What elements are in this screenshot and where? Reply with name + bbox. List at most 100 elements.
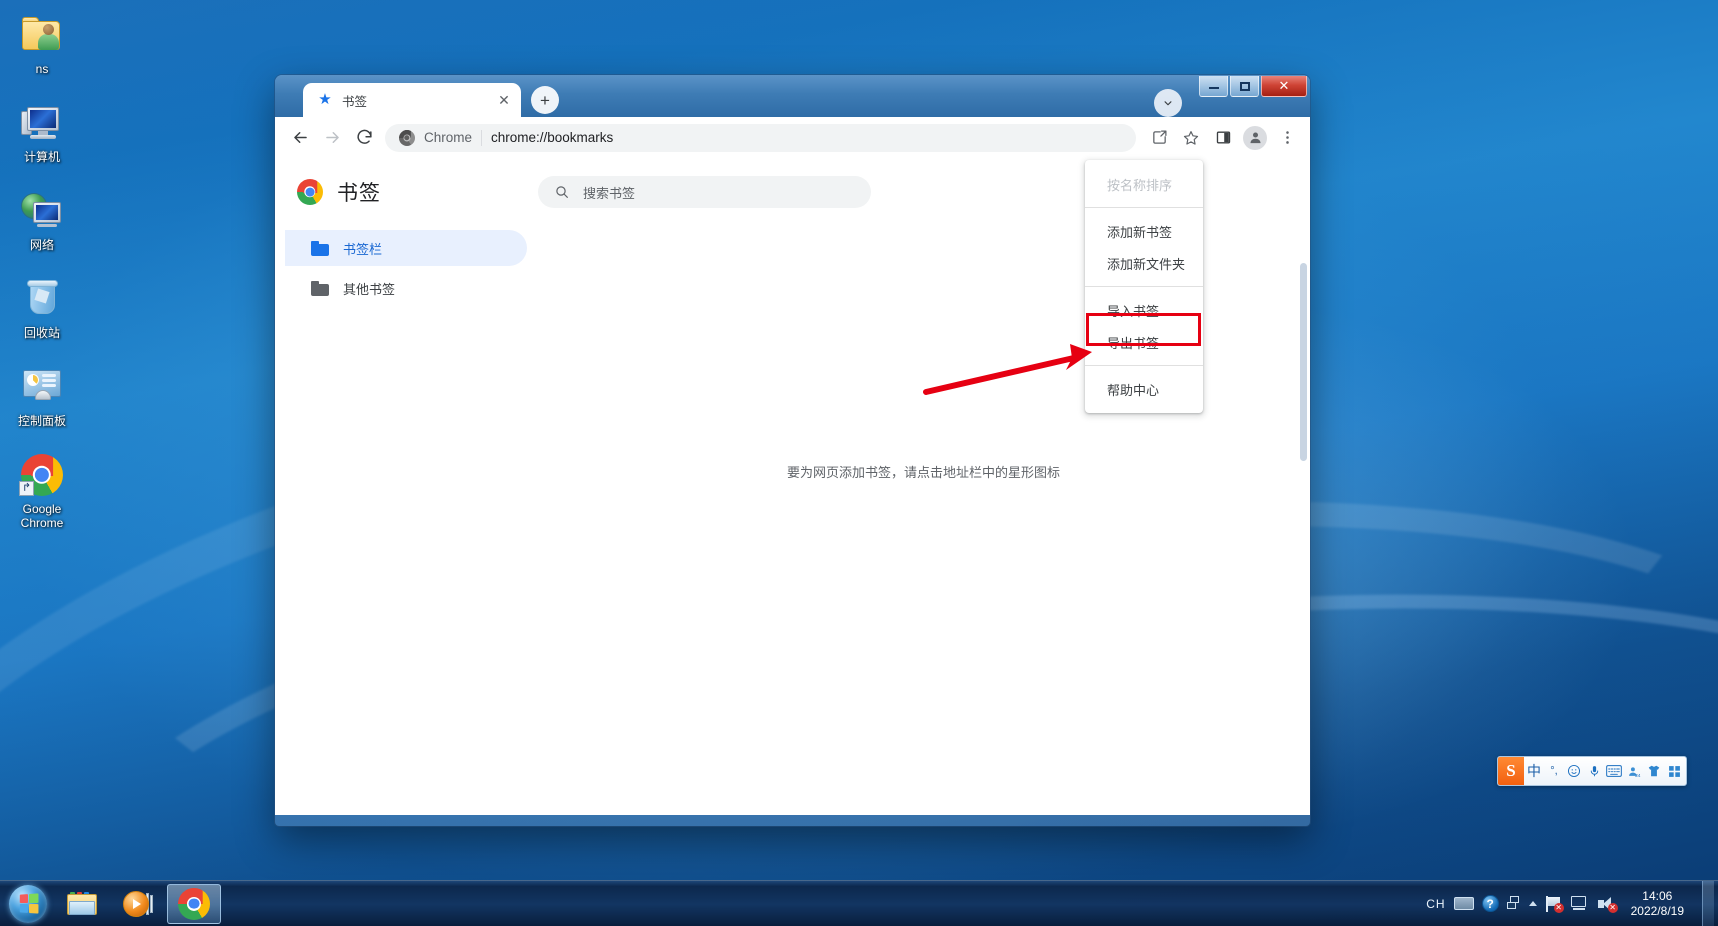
microphone-icon[interactable] [1584,757,1604,785]
menu-separator [1085,365,1203,366]
desktop-icon-network[interactable]: 网络 [0,182,84,256]
keyboard-icon[interactable] [1453,897,1474,910]
browser-tab-bookmarks[interactable]: ★ 书签 ✕ [303,83,521,117]
menu-separator [1085,207,1203,208]
shortcut-arrow-icon: ↱ [19,481,34,496]
chrome-icon [399,129,415,146]
menu-separator [1085,286,1203,287]
media-player-icon [123,890,153,918]
browser-menu-button[interactable] [1272,123,1302,153]
desktop-icon-label: ns [35,62,49,76]
show-desktop-button[interactable] [1702,880,1714,926]
page-title: 书签 [337,182,381,205]
desktop-icon-ns[interactable]: ns [0,6,84,80]
punctuation-icon[interactable]: °, [1544,757,1564,785]
sidebar-item-other-bookmarks[interactable]: 其他书签 [285,270,527,306]
empty-state-message: 要为网页添加书签，请点击地址栏中的星形图标 [786,465,1060,480]
forward-button[interactable] [317,123,347,153]
page-scrollbar[interactable] [1300,263,1307,461]
menu-item-sort-by-name[interactable]: 按名称排序 [1085,168,1203,200]
network-icon[interactable] [1570,895,1590,912]
menu-item-add-folder[interactable]: 添加新文件夹 [1085,247,1203,279]
computer-icon [19,100,65,146]
recycle-bin-icon [19,276,65,322]
side-panel-button[interactable] [1208,123,1238,153]
profile-button[interactable] [1240,123,1270,153]
taskbar-item-explorer[interactable] [55,884,109,924]
search-input[interactable]: 搜索书签 [538,176,871,208]
new-tab-button[interactable]: + [531,86,559,114]
menu-item-export-bookmarks[interactable]: 导出书签 [1085,326,1203,358]
desktop-icon-control-panel[interactable]: 控制面板 [0,358,84,432]
address-bar[interactable]: Chrome chrome://bookmarks [385,123,1136,152]
chrome-icon [297,179,323,205]
taskbar-clock[interactable]: 14:06 2022/8/19 [1625,889,1694,919]
omnibox-url: chrome://bookmarks [491,130,614,145]
taskbar-item-media-player[interactable] [111,884,165,924]
show-hidden-icons-icon[interactable] [1506,895,1521,912]
menu-item-import-bookmarks[interactable]: 导入书签 [1085,294,1203,326]
tab-search-button[interactable] [1154,89,1182,117]
bookmark-star-button[interactable] [1176,123,1206,153]
help-icon[interactable]: ? [1481,895,1499,912]
sidebar-item-label: 书签栏 [343,241,383,257]
search-placeholder: 搜索书签 [583,185,636,201]
menu-item-add-bookmark[interactable]: 添加新书签 [1085,215,1203,247]
svg-text:24: 24 [1635,772,1641,777]
search-icon [556,186,568,198]
sogou-ime-toolbar[interactable]: S 中 °, 24 [1497,756,1687,786]
folder-icon [311,240,329,256]
explorer-icon [66,890,98,918]
reload-button[interactable] [349,123,379,153]
desktop-icon-recycle-bin[interactable]: 回收站 [0,270,84,344]
back-button[interactable] [285,123,315,153]
window-titlebar[interactable]: ★ 书签 ✕ + ✕ [275,75,1310,117]
menu-item-help-center[interactable]: 帮助中心 [1085,373,1203,405]
caret-up-icon[interactable] [1528,901,1537,906]
star-icon: ★ [318,91,332,108]
taskbar: CH ? ✕ ✕ 14:06 2022/8/19 [0,880,1718,926]
network-flag-icon[interactable]: ✕ [1545,895,1564,913]
chrome-icon: ↱ [19,452,65,498]
control-panel-icon [19,364,65,410]
desktop-icon-label: 网络 [29,238,54,252]
desktop-icon-label: 控制面板 [17,414,66,428]
bookmarks-organize-menu[interactable]: 按名称排序 添加新书签 添加新文件夹 导入书签 导出书签 帮助中心 [1085,160,1203,413]
taskbar-item-chrome[interactable] [167,883,221,924]
ime-mode-button[interactable]: 中 [1524,757,1544,785]
omnibox-chip-label: Chrome [424,130,473,145]
desktop-icon-label: 回收站 [23,326,60,340]
volume-icon[interactable]: ✕ [1597,896,1618,913]
clock-time: 14:06 [1642,888,1673,903]
desktop-icon-label: 计算机 [23,150,60,164]
skin-icon[interactable] [1644,757,1664,785]
start-button[interactable] [2,883,54,925]
omnibox-divider [481,129,483,146]
system-tray: CH ? ✕ ✕ 14:06 2022/8/19 [1426,880,1718,926]
apps-icon[interactable] [1664,757,1684,785]
folder-user-icon [19,12,65,58]
profile-avatar-icon [1243,125,1267,150]
clock-date: 2022/8/19 [1630,903,1684,918]
keyboard-icon[interactable] [1604,757,1624,785]
close-button[interactable]: ✕ [1261,76,1307,97]
chevron-down-icon [1164,101,1172,106]
user-icon[interactable]: 24 [1624,757,1644,785]
share-button[interactable] [1144,123,1174,153]
bookmarks-sidebar: 书签栏 其他书签 [275,222,537,782]
desktop-icon-google-chrome[interactable]: ↱ Google Chrome [0,446,84,534]
tab-close-icon[interactable]: ✕ [495,91,513,109]
window-controls: ✕ [1199,76,1307,97]
sidebar-item-label: 其他书签 [343,281,396,297]
desktop[interactable]: ns 计算机 网络 回收站 控制面板 ↱ Google Chrome ★ 书签 … [0,0,1718,926]
maximize-button[interactable] [1230,76,1259,97]
sogou-logo-icon[interactable]: S [1498,757,1524,785]
sidebar-item-bookmarks-bar[interactable]: 书签栏 [285,230,527,266]
tab-title: 书签 [342,94,368,109]
language-indicator[interactable]: CH [1426,897,1445,911]
desktop-icon-list: ns 计算机 网络 回收站 控制面板 ↱ Google Chrome [0,6,84,548]
desktop-icon-label: Google Chrome [20,502,64,530]
desktop-icon-computer[interactable]: 计算机 [0,94,84,168]
minimize-button[interactable] [1199,76,1228,97]
emoji-icon[interactable] [1564,757,1584,785]
